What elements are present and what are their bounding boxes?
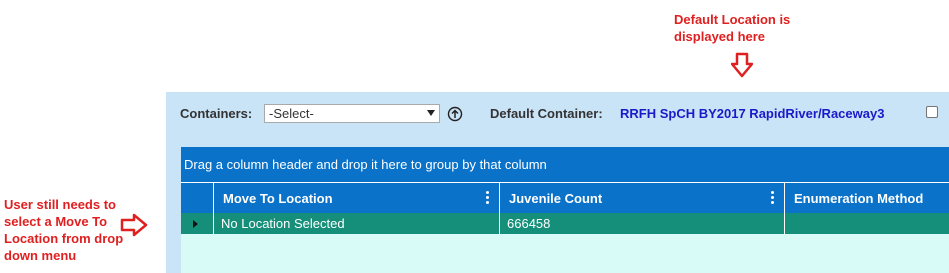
column-header-label: Enumeration Method xyxy=(794,191,924,206)
arrow-down-icon xyxy=(731,52,753,78)
containers-select[interactable]: -Select- xyxy=(264,104,440,123)
group-by-drop-zone[interactable]: Drag a column header and drop it here to… xyxy=(181,147,949,182)
cell-enumeration-method[interactable] xyxy=(784,213,949,234)
column-header-move-to-location[interactable]: Move To Location xyxy=(213,183,499,213)
arrow-right-icon xyxy=(120,213,148,237)
annotation-line: Default Location is xyxy=(674,12,791,27)
containers-label: Containers: xyxy=(180,106,253,121)
default-container-value: RRFH SpCH BY2017 RapidRiver/Raceway3 xyxy=(620,106,885,121)
column-menu-icon[interactable] xyxy=(771,191,774,205)
chevron-down-icon xyxy=(427,110,435,116)
column-header-label: Move To Location xyxy=(223,191,333,206)
annotation-line: Location from drop xyxy=(4,231,124,246)
row-expander[interactable] xyxy=(181,213,213,234)
default-container-label: Default Container: xyxy=(490,106,603,121)
expander-header xyxy=(181,183,213,213)
toolbar: Containers: -Select- Default Container: … xyxy=(166,92,949,134)
annotation-line: select a Move To xyxy=(4,214,108,229)
circle-arrow-up-icon[interactable] xyxy=(447,106,463,122)
caret-right-icon xyxy=(193,220,198,228)
annotation-line: User still needs to xyxy=(4,197,116,212)
column-header-label: Juvenile Count xyxy=(509,191,603,206)
cell-juvenile-count[interactable]: 666458 xyxy=(499,213,784,234)
column-header-juvenile-count[interactable]: Juvenile Count xyxy=(499,183,784,213)
table-row[interactable]: No Location Selected 666458 xyxy=(181,213,949,234)
containers-select-value: -Select- xyxy=(269,106,314,121)
default-container-checkbox[interactable] xyxy=(926,106,938,118)
annotation-line: displayed here xyxy=(674,29,766,44)
annotation-line: down menu xyxy=(4,248,77,263)
column-menu-icon[interactable] xyxy=(486,191,489,205)
column-header-enumeration-method[interactable]: Enumeration Method xyxy=(784,183,949,213)
grid-header-row: Move To Location Juvenile Count Enumerat… xyxy=(181,182,949,213)
location-grid: Drag a column header and drop it here to… xyxy=(181,147,949,273)
annotation-select-location: User still needs to select a Move To Loc… xyxy=(4,196,134,264)
annotation-default-location: Default Location is displayed here xyxy=(674,11,834,45)
containers-panel: Containers: -Select- Default Container: … xyxy=(166,92,949,273)
cell-move-to-location[interactable]: No Location Selected xyxy=(213,213,499,234)
